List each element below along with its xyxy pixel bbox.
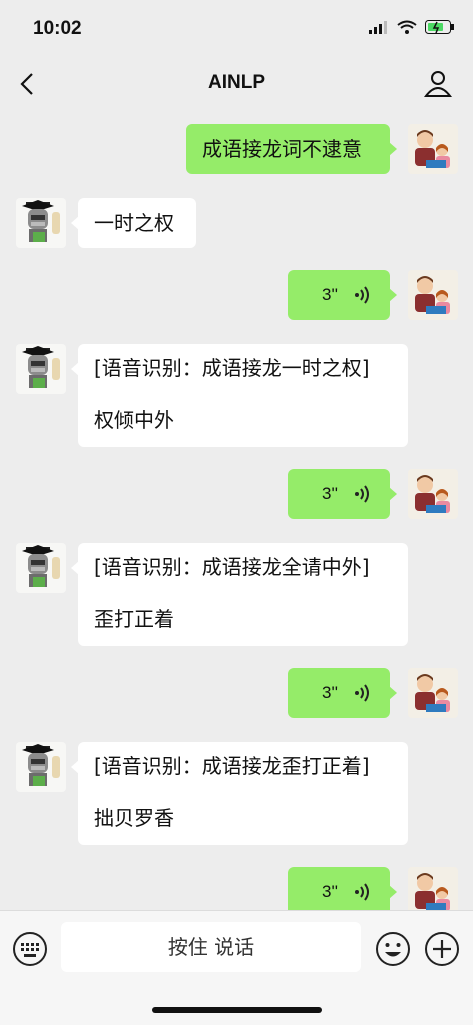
wifi-icon [397,20,417,34]
text-bubble[interactable]: [语音识别：成语接龙一时之权] 权倾中外 [71,344,408,447]
bot-avatar[interactable] [16,742,66,792]
voice-bubble[interactable]: 3'' [288,867,397,910]
hold-to-talk-button[interactable]: 按住 说话 [61,922,361,972]
status-time: 10:02 [33,18,82,39]
user-avatar[interactable] [408,668,458,718]
emoji-icon[interactable] [375,931,411,967]
user-avatar[interactable] [408,124,458,174]
plus-icon[interactable] [424,931,460,967]
text-bubble[interactable]: [语音识别：成语接龙全请中外] 歪打正着 [71,543,408,646]
voice-wave-icon [354,684,369,702]
user-avatar[interactable] [408,270,458,320]
message-text: 一时之权 [94,211,174,235]
chat-title: AINLP [208,72,265,93]
message-text: 歪打正着 [94,607,174,631]
voice-duration: 3'' [322,882,338,901]
status-icons [369,20,455,34]
message-text: 权倾中外 [94,408,174,432]
home-indicator[interactable] [152,1007,322,1013]
battery-icon [425,20,454,34]
person-icon[interactable] [423,68,453,98]
chat-area[interactable]: 成语接龙词不逮意 一时之权 3'' [语音识别：成语接龙一时之权] 权倾中外 3… [0,110,473,910]
voice-duration: 3'' [322,285,338,304]
speech-recognition-text: [语音识别：成语接龙歪打正着] [94,754,370,778]
user-avatar[interactable] [408,469,458,519]
speech-recognition-text: [语音识别：成语接龙一时之权] [94,356,370,380]
voice-wave-icon [354,485,369,503]
voice-bubble[interactable]: 3'' [288,270,397,320]
text-bubble[interactable]: 一时之权 [71,198,196,248]
speech-recognition-text: [语音识别：成语接龙全请中外] [94,555,370,579]
bot-avatar[interactable] [16,198,66,248]
voice-duration: 3'' [322,683,338,702]
voice-wave-icon [354,286,369,304]
voice-duration: 3'' [322,484,338,503]
bot-avatar[interactable] [16,543,66,593]
user-avatar[interactable] [408,867,458,910]
message-text: 拙贝罗香 [94,806,174,830]
voice-bubble[interactable]: 3'' [288,668,397,718]
text-bubble[interactable]: 成语接龙词不逮意 [186,124,397,174]
status-bar: 10:02 [0,0,473,58]
signal-icon [369,21,387,34]
voice-bubble[interactable]: 3'' [288,469,397,519]
nav-bar: AINLP [0,58,473,110]
voice-wave-icon [354,883,369,901]
text-bubble[interactable]: [语音识别：成语接龙歪打正着] 拙贝罗香 [71,742,408,845]
keyboard-icon[interactable] [12,931,48,967]
message-text: 成语接龙词不逮意 [202,137,362,161]
bot-avatar[interactable] [16,344,66,394]
